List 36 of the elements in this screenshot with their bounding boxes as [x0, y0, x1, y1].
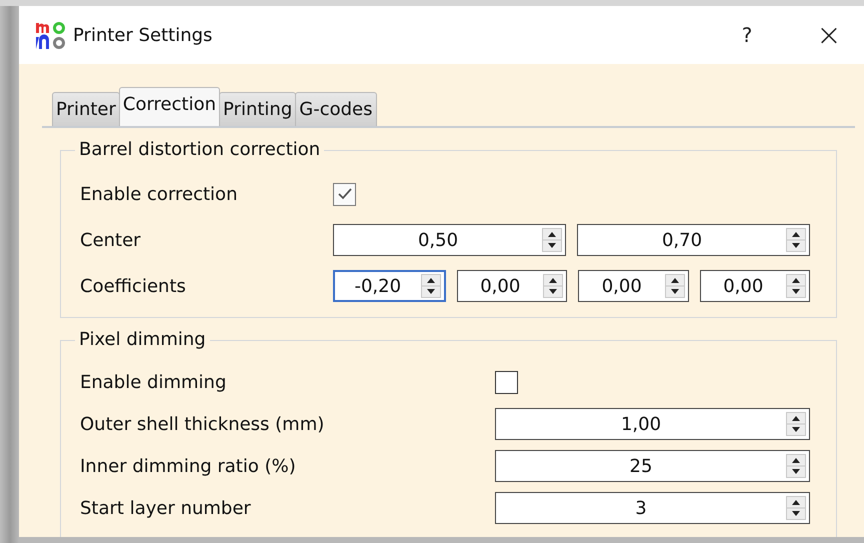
field-label: Center [80, 230, 142, 250]
spin-arrows-icon[interactable] [786, 412, 806, 436]
spin-arrows-icon[interactable] [420, 274, 440, 298]
spin-box[interactable]: 0,70 [577, 224, 810, 256]
close-button[interactable]: × [809, 18, 849, 52]
field-label: Outer shell thickness (mm) [80, 414, 326, 434]
checkbox[interactable] [495, 370, 518, 394]
tab[interactable]: Printer [52, 92, 120, 126]
spin-box[interactable]: 0,00 [456, 270, 567, 302]
spin-arrows-icon[interactable] [786, 274, 806, 298]
field-label: Start layer number [80, 498, 252, 518]
app-logo-icon [35, 20, 67, 50]
spin-arrows-icon[interactable] [664, 274, 684, 298]
spin-arrows-icon[interactable] [542, 228, 562, 252]
spin-box[interactable]: 1,00 [495, 408, 810, 440]
field-label: Inner dimming ratio (%) [80, 456, 297, 476]
tab[interactable]: G-codes [295, 92, 376, 126]
spin-box[interactable]: 3 [495, 492, 810, 524]
spin-box[interactable]: 0,00 [700, 270, 810, 302]
window-title: Printer Settings [73, 24, 212, 46]
spin-box[interactable]: 25 [495, 450, 810, 482]
spin-box[interactable]: -0,20 [333, 270, 446, 302]
spin-box[interactable]: 0,00 [578, 270, 688, 302]
checkbox[interactable] [333, 182, 356, 206]
field-label: Enable correction [80, 184, 238, 204]
field-label: Enable dimming [80, 372, 228, 392]
spin-arrows-icon[interactable] [786, 228, 806, 252]
help-button[interactable]: ? [727, 23, 767, 47]
spin-arrows-icon[interactable] [543, 274, 563, 298]
spin-arrows-icon[interactable] [786, 496, 806, 520]
group-title: Pixel dimming [75, 328, 210, 352]
spin-arrows-icon[interactable] [786, 454, 806, 478]
field-label: Coefficients [80, 276, 187, 296]
tab[interactable]: Printing [219, 92, 296, 126]
spin-box[interactable]: 0,50 [333, 224, 566, 256]
tab[interactable]: Correction [118, 87, 220, 126]
